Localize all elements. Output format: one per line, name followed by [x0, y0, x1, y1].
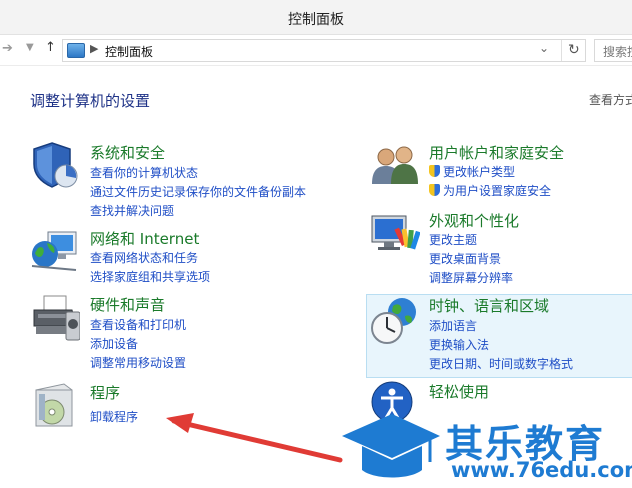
dropdown-arrow-icon[interactable]: ▼ [26, 42, 34, 53]
category-title[interactable]: 系统和安全 [90, 142, 165, 163]
category-title[interactable]: 外观和个性化 [429, 210, 519, 231]
link-screen-resolution[interactable]: 调整屏幕分辨率 [429, 269, 513, 286]
category-title[interactable]: 网络和 Internet [90, 228, 199, 249]
monitor-palette-icon[interactable] [370, 208, 420, 258]
users-icon[interactable] [370, 140, 420, 190]
uac-shield-icon [429, 184, 440, 196]
link-change-theme[interactable]: 更改主题 [429, 231, 477, 248]
link-label: 更改帐户类型 [443, 165, 516, 179]
programs-box-icon[interactable] [30, 380, 80, 430]
link-date-time-format[interactable]: 更改日期、时间或数字格式 [429, 355, 573, 372]
category-title[interactable]: 程序 [90, 382, 120, 403]
link-devices-printers[interactable]: 查看设备和打印机 [90, 316, 186, 333]
link-view-computer-status[interactable]: 查看你的计算机状态 [90, 164, 198, 181]
breadcrumb-control-panel[interactable]: 控制面板 [105, 43, 153, 60]
back-arrow-icon[interactable]: ➔ [2, 41, 13, 56]
refresh-icon[interactable]: ↻ [561, 40, 580, 61]
uac-shield-icon [429, 165, 440, 177]
category-title[interactable]: 硬件和声音 [90, 294, 165, 315]
red-arrow-annotation [166, 413, 343, 463]
link-file-history[interactable]: 通过文件历史记录保存你的文件备份副本 [90, 183, 306, 200]
link-uninstall-program[interactable]: 卸载程序 [90, 408, 138, 425]
shield-icon[interactable] [30, 140, 80, 190]
link-homegroup[interactable]: 选择家庭组和共享选项 [90, 268, 210, 285]
link-family-safety[interactable]: 为用户设置家庭安全 [429, 182, 551, 199]
link-change-account-type[interactable]: 更改帐户类型 [429, 163, 515, 180]
link-mobility-settings[interactable]: 调整常用移动设置 [90, 354, 186, 371]
address-history-chevron-icon[interactable]: ⌄ [539, 41, 549, 55]
link-add-language[interactable]: 添加语言 [429, 317, 477, 334]
link-label: 为用户设置家庭安全 [443, 184, 552, 198]
watermark-url: www.76edu.com [451, 458, 632, 482]
navigation-bar: ➔ ▼ ↑ ▶ 控制面板 ⌄ ↻ 搜索控 [0, 35, 632, 66]
printer-icon[interactable] [30, 292, 80, 342]
category-title[interactable]: 轻松使用 [429, 381, 489, 402]
view-by-label[interactable]: 查看方式 [589, 91, 632, 108]
globe-network-icon[interactable] [30, 226, 80, 276]
link-add-device[interactable]: 添加设备 [90, 335, 138, 352]
link-network-status[interactable]: 查看网络状态和任务 [90, 249, 198, 266]
search-placeholder: 搜索控 [603, 45, 632, 59]
window-title: 控制面板 [288, 12, 344, 28]
up-arrow-icon[interactable]: ↑ [45, 40, 56, 55]
graduation-cap-logo [342, 414, 440, 478]
link-desktop-background[interactable]: 更改桌面背景 [429, 250, 501, 267]
search-input[interactable]: 搜索控 [594, 39, 632, 62]
control-panel-icon [67, 43, 85, 58]
title-bar: 控制面板 [0, 0, 632, 35]
address-bar[interactable]: ▶ 控制面板 ⌄ ↻ [62, 39, 586, 62]
category-title[interactable]: 时钟、语言和区域 [429, 295, 549, 316]
clock-globe-icon[interactable] [370, 296, 420, 346]
link-troubleshoot[interactable]: 查找并解决问题 [90, 202, 174, 219]
link-change-input-method[interactable]: 更换输入法 [429, 336, 489, 353]
breadcrumb-separator-icon[interactable]: ▶ [90, 42, 98, 55]
category-title[interactable]: 用户帐户和家庭安全 [429, 142, 564, 163]
page-title: 调整计算机的设置 [30, 92, 151, 110]
